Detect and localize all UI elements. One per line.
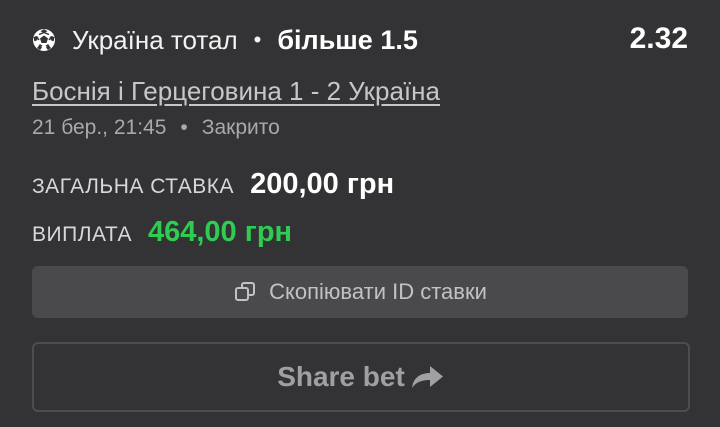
bet-card: Україна тотал • більше 1.5 2.32 Боснія і… <box>0 0 720 427</box>
bullet-separator: • <box>253 27 262 52</box>
share-bet-button[interactable]: Share bet <box>32 342 690 412</box>
copy-bet-id-label: Скопіювати ID ставки <box>269 279 487 304</box>
market-name: Україна тотал <box>72 24 238 55</box>
copy-bet-id-button[interactable]: Скопіювати ID ставки <box>32 266 688 318</box>
payout-label: ВИПЛАТА <box>32 223 132 246</box>
odds-value: 2.32 <box>629 22 688 55</box>
copy-icon <box>233 280 257 304</box>
event-meta: 21 бер., 21:45 • Закрито <box>32 116 280 140</box>
total-stake-row: ЗАГАЛЬНА СТАВКА 200,00 грн <box>32 168 394 201</box>
share-arrow-icon <box>409 364 445 390</box>
total-stake-value: 200,00 грн <box>250 168 395 200</box>
selection-name: більше 1.5 <box>277 24 418 55</box>
payout-value: 464,00 грн <box>147 216 293 248</box>
event-link[interactable]: Боснія і Герцеговина 1 - 2 Україна <box>32 76 440 107</box>
total-stake-label: ЗАГАЛЬНА СТАВКА <box>32 175 235 198</box>
payout-row: ВИПЛАТА 464,00 грн <box>32 216 292 249</box>
bullet-separator: • <box>180 116 188 139</box>
soccer-ball-icon <box>32 28 56 52</box>
bet-header: Україна тотал • більше 1.5 <box>32 20 688 60</box>
event-datetime: 21 бер., 21:45 <box>32 116 167 139</box>
share-bet-label: Share bet <box>277 361 405 392</box>
event-status: Закрито <box>201 116 280 139</box>
